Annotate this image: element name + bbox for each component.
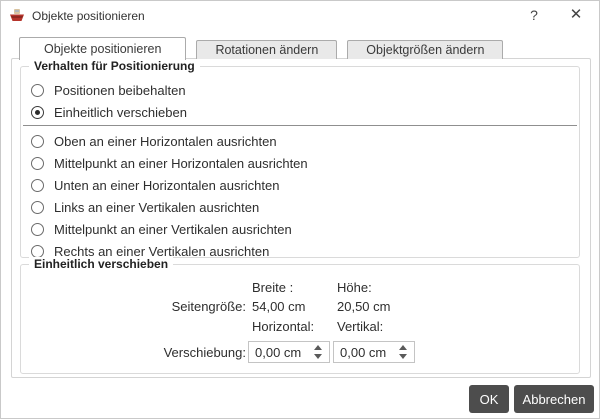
tab-bar: Objekte positionieren Rotationen ändern … (19, 37, 513, 60)
vertical-header: Vertikal: (337, 319, 384, 334)
radio-option-links-vertikale[interactable]: Links an einer Vertikalen ausrichten (31, 196, 569, 218)
page-width-value: 54,00 cm (252, 299, 306, 314)
ok-button[interactable]: OK (469, 385, 509, 413)
uniform-shift-group: Einheitlich verschieben Breite : Höhe: S… (20, 257, 580, 374)
positioning-options: Positionen beibehalten Einheitlich versc… (23, 79, 577, 262)
tab-objektgroessen-aendern[interactable]: Objektgrößen ändern (347, 40, 504, 59)
radio-option-unten-horizontale[interactable]: Unten an einer Horizontalen ausrichten (31, 174, 569, 196)
radio-icon (31, 222, 44, 236)
shift-group-title: Einheitlich verschieben (29, 257, 174, 271)
radio-option-positionen-beibehalten[interactable]: Positionen beibehalten (31, 79, 569, 101)
vertical-shift-value[interactable]: 0,00 cm (334, 345, 399, 360)
width-header: Breite : (252, 280, 294, 295)
spin-down-icon[interactable] (314, 354, 322, 359)
spin-down-icon[interactable] (399, 354, 407, 359)
close-icon[interactable]: ✕ (559, 1, 593, 29)
radio-icon (31, 156, 44, 170)
tab-objekte-positionieren[interactable]: Objekte positionieren (19, 37, 187, 60)
radio-icon (31, 200, 44, 214)
tab-content-panel: Verhalten für Positionierung Positionen … (11, 58, 591, 378)
radio-icon (31, 244, 44, 258)
positioning-behavior-group: Verhalten für Positionierung Positionen … (20, 59, 580, 259)
radio-icon (31, 178, 44, 192)
radio-option-mittelpunkt-vertikale[interactable]: Mittelpunkt an einer Vertikalen ausricht… (31, 218, 569, 240)
page-height-value: 20,50 cm (337, 299, 391, 314)
horizontal-header: Horizontal: (252, 319, 315, 334)
spin-up-icon[interactable] (399, 345, 407, 350)
window-title: Objekte positionieren (32, 9, 145, 23)
horizontal-shift-spinner[interactable]: 0,00 cm (248, 341, 330, 363)
objekte-positionieren-dialog: Objekte positionieren ? ✕ Objekte positi… (0, 0, 600, 419)
radio-icon (31, 83, 44, 97)
cancel-button[interactable]: Abbrechen (514, 385, 594, 413)
spinner-arrows (314, 345, 329, 359)
tab-rotationen-aendern[interactable]: Rotationen ändern (196, 40, 338, 59)
radio-option-einheitlich-verschieben[interactable]: Einheitlich verschieben (31, 101, 569, 123)
spin-up-icon[interactable] (314, 345, 322, 350)
page-size-label: Seitengröße: (171, 299, 246, 314)
options-divider (23, 125, 577, 126)
positioning-group-title: Verhalten für Positionierung (29, 59, 200, 73)
app-icon (9, 8, 25, 24)
radio-icon-selected (31, 105, 44, 119)
vertical-shift-spinner[interactable]: 0,00 cm (333, 341, 415, 363)
horizontal-shift-value[interactable]: 0,00 cm (249, 345, 314, 360)
spinner-arrows (399, 345, 414, 359)
radio-icon (31, 134, 44, 148)
radio-option-oben-horizontale[interactable]: Oben an einer Horizontalen ausrichten (31, 130, 569, 152)
height-header: Höhe: (337, 280, 372, 295)
radio-option-mittelpunkt-horizontale[interactable]: Mittelpunkt an einer Horizontalen ausric… (31, 152, 569, 174)
help-icon[interactable]: ? (517, 1, 551, 29)
title-bar: Objekte positionieren ? ✕ (1, 1, 599, 31)
shift-label: Verschiebung: (163, 345, 246, 360)
